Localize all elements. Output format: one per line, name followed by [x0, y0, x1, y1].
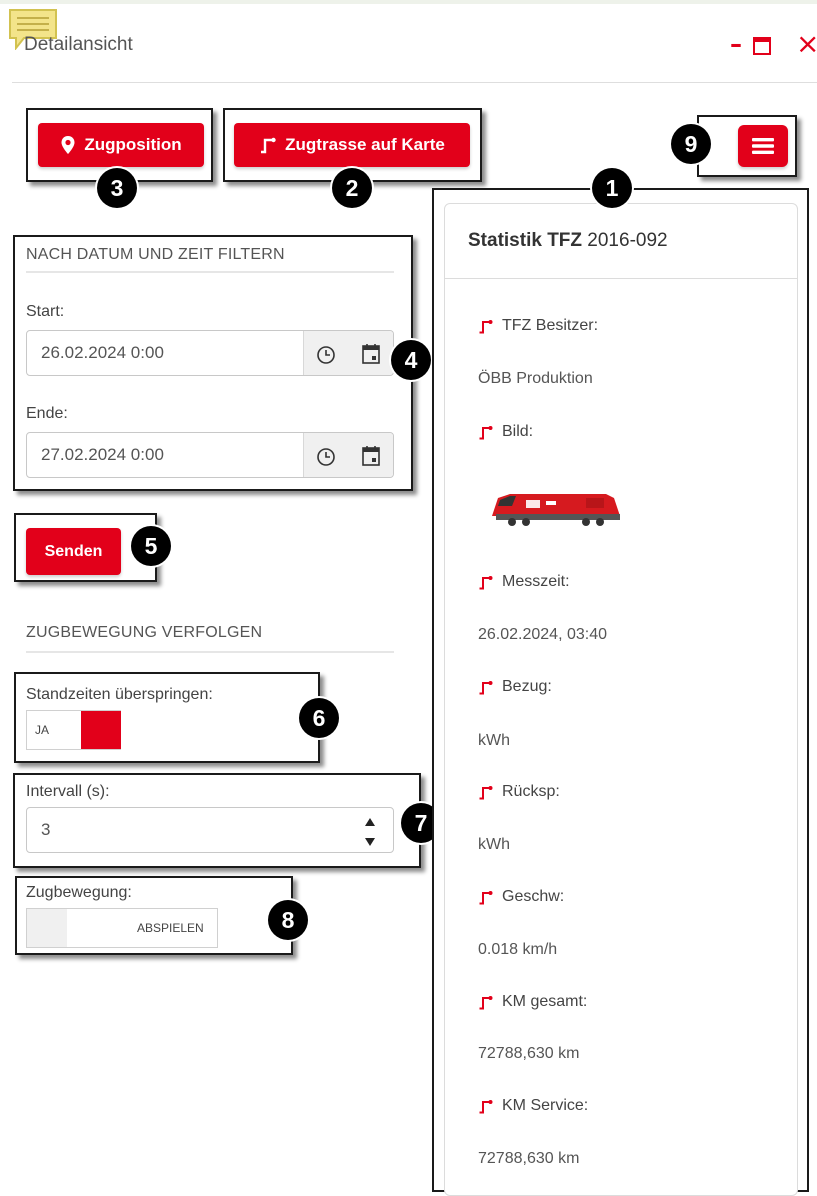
stat-label-text: Geschw:: [502, 888, 565, 905]
stat-label-text: KM gesamt:: [502, 993, 588, 1010]
close-button[interactable]: ×: [796, 30, 817, 58]
stat-label: Rücksp:: [478, 783, 560, 801]
stat-label: KM Service:: [478, 1097, 588, 1115]
route-icon: [479, 576, 493, 590]
end-value: 27.02.2024 0:00: [41, 445, 164, 464]
calendar-icon[interactable]: [361, 343, 381, 365]
menu-button[interactable]: [738, 125, 788, 167]
send-button[interactable]: Senden: [26, 528, 121, 575]
locomotive-image: [486, 488, 624, 532]
route-icon: [479, 786, 493, 800]
intervall-value: 3: [41, 820, 51, 839]
start-label: Start:: [26, 303, 65, 320]
marker-1: 1: [592, 168, 632, 208]
filter-divider: [26, 271, 394, 273]
stat-label-text: TFZ Besitzer:: [502, 317, 599, 334]
intervall-input[interactable]: 3: [26, 807, 394, 853]
stat-value: 72788,630 km: [478, 1150, 580, 1167]
decrement-icon[interactable]: [363, 836, 377, 848]
zugbewegung-knob: [27, 909, 67, 947]
stat-label: Bezug:: [478, 678, 552, 696]
marker-9: 9: [671, 124, 711, 164]
increment-icon[interactable]: [363, 816, 377, 828]
stat-label: TFZ Besitzer:: [478, 317, 598, 335]
hamburger-icon: [752, 138, 774, 154]
stat-label-text: Bild:: [502, 423, 534, 440]
zugposition-label: Zugposition: [84, 135, 182, 154]
stat-label: Bild:: [478, 423, 533, 441]
tracking-section-title: ZUGBEWEGUNG VERFOLGEN: [26, 624, 263, 641]
route-icon: [479, 320, 493, 334]
filter-section-title: NACH DATUM UND ZEIT FILTERN: [26, 246, 285, 263]
stats-divider: [445, 278, 797, 279]
clock-icon[interactable]: [316, 345, 336, 365]
location-pin-icon: [61, 136, 75, 154]
marker-4: 4: [391, 340, 431, 380]
stat-value: 72788,630 km: [478, 1045, 580, 1062]
zugtrasse-button[interactable]: Zugtrasse auf Karte: [234, 123, 470, 167]
zugbewegung-label: Zugbewegung:: [26, 884, 132, 901]
stat-label-text: KM Service:: [502, 1097, 589, 1114]
stat-value: kWh: [478, 732, 510, 749]
clock-icon[interactable]: [316, 447, 336, 467]
route-icon: [479, 891, 493, 905]
route-icon: [479, 426, 493, 440]
marker-5: 5: [131, 526, 171, 566]
toggle-label: JA: [35, 723, 50, 737]
stat-value: ÖBB Produktion: [478, 370, 593, 387]
maximize-button[interactable]: [752, 32, 772, 62]
stat-value: kWh: [478, 836, 510, 853]
standzeiten-label: Standzeiten überspringen:: [26, 686, 213, 703]
maximize-icon: [753, 37, 771, 55]
zugbewegung-toggle[interactable]: ABSPIELEN: [26, 908, 218, 948]
intervall-label: Intervall (s):: [26, 783, 110, 800]
zugposition-button[interactable]: Zugposition: [38, 123, 204, 167]
marker-6: 6: [299, 698, 339, 738]
end-label: Ende:: [26, 405, 68, 422]
stat-label-text: Bezug:: [502, 678, 552, 695]
title-divider: [12, 82, 817, 83]
tracking-divider: [26, 651, 394, 653]
end-datetime-input[interactable]: 27.02.2024 0:00: [26, 432, 394, 478]
marker-3: 3: [97, 168, 137, 208]
window-title: Detailansicht: [24, 34, 133, 55]
start-datetime-input[interactable]: 26.02.2024 0:00: [26, 330, 394, 376]
stat-label-text: Rücksp:: [502, 783, 560, 800]
minimize-button[interactable]: –: [730, 32, 742, 56]
route-icon: [261, 137, 276, 154]
toggle-knob: [81, 711, 121, 749]
route-icon: [479, 681, 493, 695]
stat-value: 0.018 km/h: [478, 941, 558, 958]
stats-title-id: 2016-092: [587, 230, 668, 251]
stat-label: Geschw:: [478, 888, 564, 906]
stat-label: KM gesamt:: [478, 993, 587, 1011]
zugtrasse-label: Zugtrasse auf Karte: [285, 135, 445, 154]
marker-8: 8: [268, 900, 308, 940]
stat-label-text: Messzeit:: [502, 573, 570, 590]
calendar-icon[interactable]: [361, 445, 381, 467]
route-icon: [479, 996, 493, 1010]
stat-label: Messzeit:: [478, 573, 570, 591]
stats-title: Statistik TFZ 2016-092: [468, 230, 668, 252]
stat-value: 26.02.2024, 03:40: [478, 626, 608, 643]
abspielen-label: ABSPIELEN: [137, 921, 204, 935]
marker-2: 2: [332, 168, 372, 208]
stats-title-bold: Statistik TFZ: [468, 230, 583, 251]
start-value: 26.02.2024 0:00: [41, 343, 164, 362]
top-strip: [0, 0, 817, 4]
standzeiten-toggle[interactable]: JA: [26, 710, 121, 750]
route-icon: [479, 1100, 493, 1114]
